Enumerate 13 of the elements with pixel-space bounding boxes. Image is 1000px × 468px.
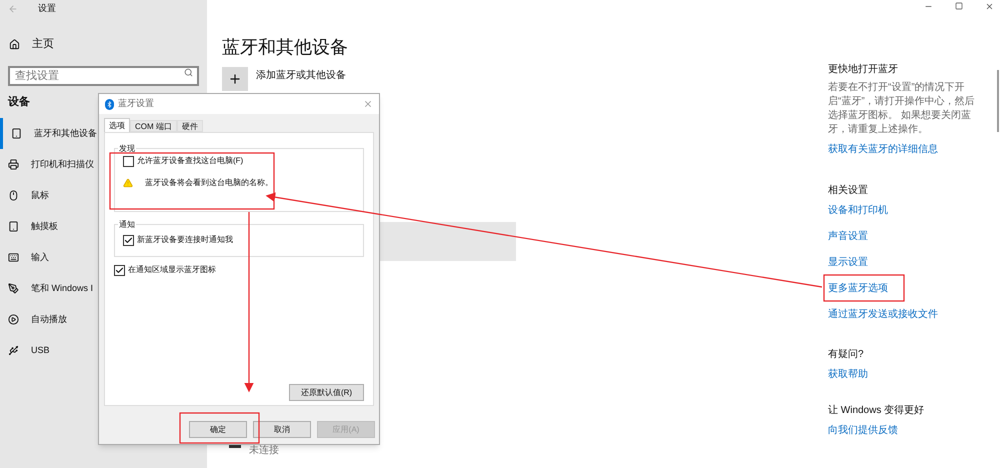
- device-status: 未连接: [249, 444, 279, 458]
- help-paragraph: 若要在不打开“设置”的情况下开启“蓝牙”，请打开操作中心，然后选择蓝牙图标。 如果想要关闭蓝牙，请重复上述操作。: [828, 81, 976, 137]
- section-heading: 有疑问?: [828, 348, 864, 362]
- window-title: 设置: [38, 2, 56, 16]
- page-title: 蓝牙和其他设备: [222, 36, 348, 59]
- dialog-title: 蓝牙设置: [118, 97, 154, 110]
- section-heading: 相关设置: [828, 184, 868, 198]
- section-heading: 更快地打开蓝牙: [828, 63, 898, 77]
- section-heading: 让 Windows 变得更好: [828, 404, 924, 418]
- group-legend: 通知: [118, 219, 136, 231]
- group-legend: 发现: [118, 143, 136, 155]
- section-heading: 设备: [8, 94, 30, 110]
- warning-text: 蓝牙设备将会看到这台电脑的名称。: [145, 177, 273, 189]
